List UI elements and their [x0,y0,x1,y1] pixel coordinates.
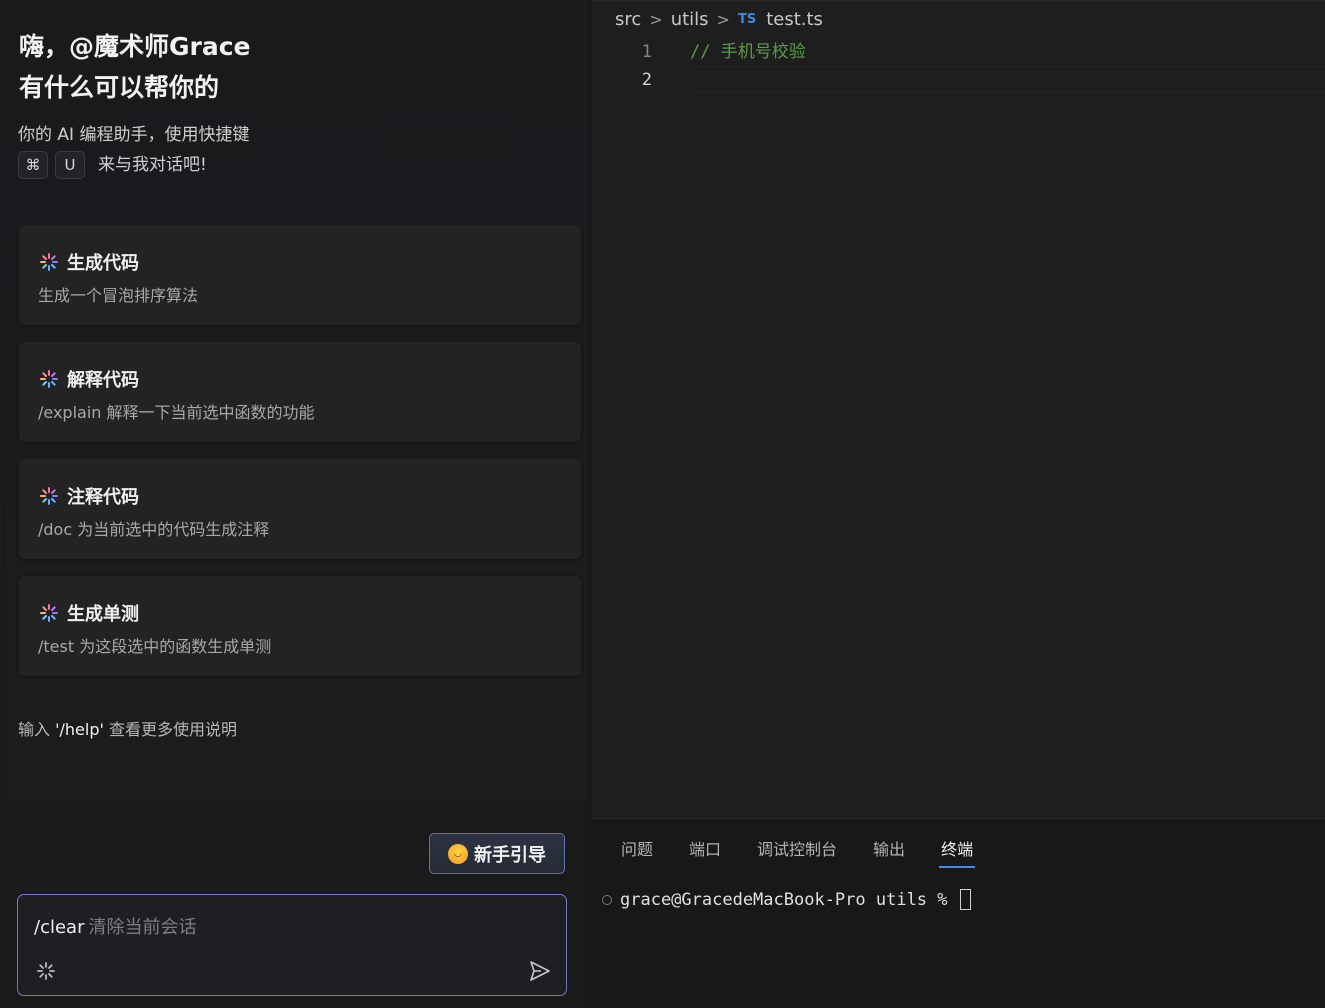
sparkle-icon[interactable] [36,961,56,981]
card-title: 解释代码 [67,370,139,391]
tab-debug-console[interactable]: 调试控制台 [757,836,837,868]
card-desc: 生成一个冒泡排序算法 [38,286,199,305]
panel-tabs: 问题 端口 调试控制台 输出 终端 [621,836,976,868]
guide-button-label: 新手引导 [474,844,546,866]
circle-icon [602,894,612,905]
bottom-panel: 问题 端口 调试控制台 输出 终端 grace@GracedeMacBook-P… [592,818,1325,1008]
help-suffix: 查看更多使用说明 [103,720,237,739]
line-number: 1 [641,42,652,62]
card-title: 注释代码 [67,487,139,508]
terminal-prompt: grace@GracedeMacBook-Pro utils % [620,889,948,910]
card-generate-tests[interactable]: 生成单测 /test 为这段选中的函数生成单测 [19,576,581,676]
shortcut-row: ⌘ U 来与我对话吧! [18,150,249,180]
help-command: '/help' [55,720,104,739]
chat-input[interactable]: /clear 清除当前会话 [17,894,567,996]
card-title: 生成代码 [67,253,139,274]
greeting-line-1: 嗨，@魔术师Grace [19,32,251,61]
card-explain-code[interactable]: 解释代码 /explain 解释一下当前选中函数的功能 [19,342,581,442]
assistant-panel: 嗨，@魔术师Grace 有什么可以帮你的 你的 AI 编程助手，使用快捷键 ⌘ … [0,0,590,1007]
sparkle-icon [40,604,58,622]
breadcrumb-file[interactable]: test.ts [766,9,823,30]
assistant-subtitle: 你的 AI 编程助手，使用快捷键 ⌘ U 来与我对话吧! [18,120,249,180]
sparkle-icon [40,487,58,505]
breadcrumb: src > utils > TS test.ts [615,9,823,30]
shortcut-suffix: 来与我对话吧! [98,155,207,175]
line-numbers: 1 2 [632,38,652,94]
tab-problems[interactable]: 问题 [621,836,653,868]
assistant-welcome: 嗨，@魔术师Grace 有什么可以帮你的 你的 AI 编程助手，使用快捷键 ⌘ … [6,0,585,800]
current-line-highlight [692,66,1325,92]
code-comment[interactable]: // 手机号校验 [690,38,806,66]
terminal[interactable]: grace@GracedeMacBook-Pro utils % [602,889,971,910]
help-prefix: 输入 [18,720,56,739]
card-desc: /doc 为当前选中的代码生成注释 [38,520,270,539]
card-desc: /test 为这段选中的函数生成单测 [38,637,272,656]
breadcrumb-utils[interactable]: utils [671,9,709,30]
terminal-cursor [959,889,971,910]
breadcrumb-src[interactable]: src [615,9,641,30]
input-hint: 清除当前会话 [88,917,197,938]
card-comment-code[interactable]: 注释代码 /doc 为当前选中的代码生成注释 [19,459,581,559]
sparkle-icon [40,370,58,388]
help-hint: 输入 '/help' 查看更多使用说明 [18,716,237,740]
newbie-guide-button[interactable]: ◡ 新手引导 [429,833,565,874]
greeting-line-2: 有什么可以帮你的 [19,73,220,102]
hugging-face-icon: ◡ [448,843,468,864]
input-content[interactable]: /clear 清除当前会话 [34,913,196,939]
card-desc: /explain 解释一下当前选中函数的功能 [38,403,315,422]
send-icon[interactable] [528,959,552,983]
tab-output[interactable]: 输出 [873,836,905,868]
typescript-icon: TS [737,12,757,27]
tab-ports[interactable]: 端口 [689,836,721,868]
editor-top-border [592,0,1325,1]
card-generate-code[interactable]: 生成代码 生成一个冒泡排序算法 [19,225,581,325]
sparkle-icon [40,253,58,271]
code-editor: src > utils > TS test.ts 1 2 // 手机号校验 [592,0,1325,818]
card-title: 生成单测 [67,604,139,625]
chevron-right-icon: > [649,10,663,29]
kbd-u-key: U [55,151,85,179]
greeting: 嗨，@魔术师Grace 有什么可以帮你的 [19,26,251,108]
line-number-active: 2 [641,70,652,90]
subtitle-text: 你的 AI 编程助手，使用快捷键 [18,125,250,145]
input-command: /clear [34,917,85,938]
chevron-right-icon: > [716,10,730,29]
kbd-command-key: ⌘ [18,151,48,179]
suggestion-cards: 生成代码 生成一个冒泡排序算法 解释代码 /explain 解释一下当前选中函数… [19,225,581,693]
tab-terminal[interactable]: 终端 [939,836,976,868]
